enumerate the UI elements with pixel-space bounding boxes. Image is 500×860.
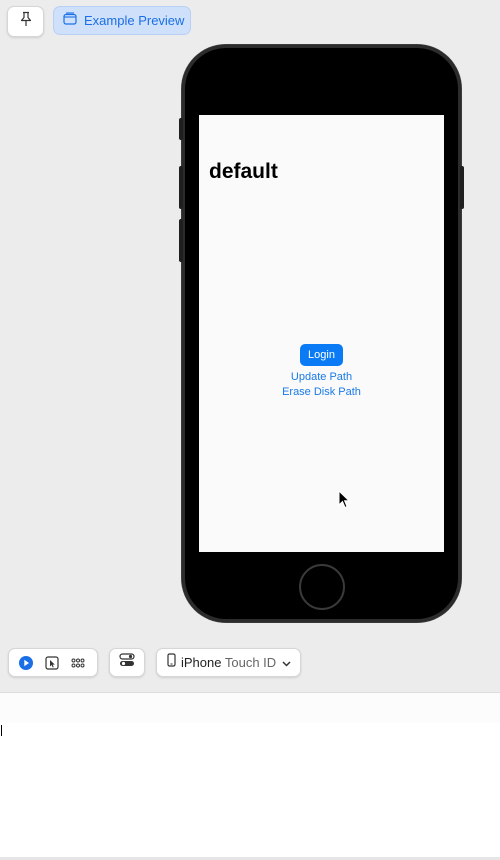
mouse-cursor-icon bbox=[338, 489, 351, 514]
device-selector[interactable]: iPhone Touch ID bbox=[156, 648, 301, 677]
device-mute-switch bbox=[179, 118, 183, 140]
preview-mode-group bbox=[8, 648, 98, 677]
device-name-main: iPhone bbox=[181, 655, 222, 670]
device-screen: default Login Update Path Erase Disk Pat… bbox=[199, 115, 444, 552]
toggle-settings-icon bbox=[119, 653, 135, 672]
login-button[interactable]: Login bbox=[300, 344, 343, 366]
device-power-button bbox=[460, 166, 464, 209]
play-circle-icon[interactable] bbox=[13, 651, 39, 675]
home-button[interactable] bbox=[299, 564, 345, 610]
text-editor-area[interactable] bbox=[0, 723, 500, 860]
pin-icon bbox=[19, 11, 33, 32]
pin-button[interactable] bbox=[7, 6, 44, 37]
cursor-select-icon[interactable] bbox=[39, 651, 65, 675]
preview-tab-label: Example Preview bbox=[84, 13, 185, 28]
device-name-sub: Touch ID bbox=[224, 655, 277, 670]
erase-disk-path-link[interactable]: Erase Disk Path bbox=[199, 386, 444, 398]
screen-title: default bbox=[209, 160, 278, 183]
text-caret bbox=[1, 725, 2, 736]
inspector-header bbox=[0, 692, 500, 724]
example-preview-tab[interactable]: Example Preview bbox=[53, 6, 191, 35]
update-path-link[interactable]: Update Path bbox=[199, 371, 444, 383]
device-volume-down bbox=[179, 219, 183, 262]
chevron-down-icon bbox=[282, 654, 291, 672]
device-name: iPhone Touch ID bbox=[181, 655, 276, 670]
settings-button[interactable] bbox=[109, 648, 145, 677]
window-icon bbox=[63, 11, 77, 30]
phone-icon bbox=[167, 653, 176, 672]
device-volume-up bbox=[179, 166, 183, 209]
grid-icon[interactable] bbox=[65, 651, 91, 675]
